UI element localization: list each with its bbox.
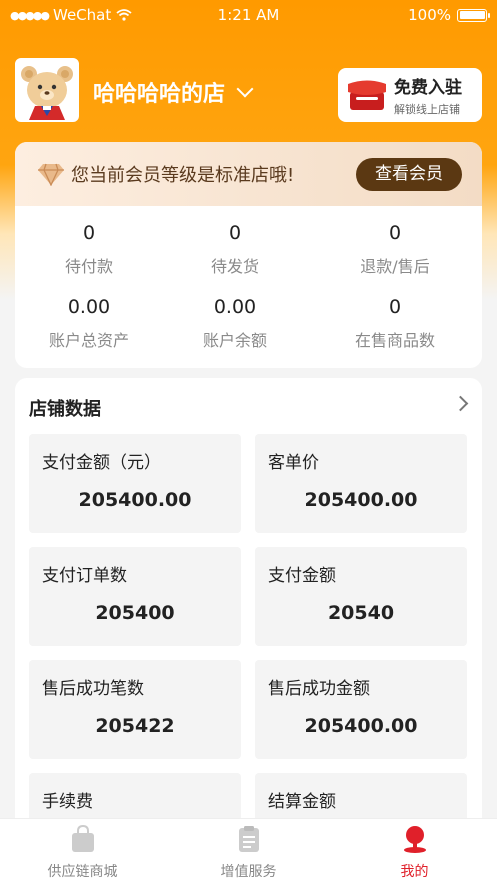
- stat-value: 0.00: [213, 296, 257, 318]
- stat-label: 账户总资产: [48, 331, 129, 350]
- tab-supply-chain-mall[interactable]: 供应链商城: [0, 819, 165, 883]
- tile-label: 支付金额: [268, 566, 336, 586]
- tile-value: 205400: [95, 602, 175, 624]
- shop-header: 哈哈哈哈的店 免费入驻 解锁线上店铺: [15, 58, 482, 124]
- avatar[interactable]: [15, 58, 79, 122]
- shop-selector[interactable]: 哈哈哈哈的店: [93, 76, 254, 108]
- tile-label: 结算金额: [268, 792, 336, 812]
- chevron-down-icon: [236, 80, 254, 98]
- tile-label: 售后成功金额: [268, 679, 370, 699]
- stat-account-balance[interactable]: 0.00 账户余额: [160, 296, 310, 351]
- tab-value-added-service[interactable]: 增值服务: [166, 819, 331, 883]
- tile-value: 205400.00: [304, 715, 418, 737]
- tile-value: 205400.00: [304, 489, 418, 511]
- store-data-card: 店铺数据 支付金额（元） 205400.00 客单价 205400.00 支付订…: [15, 378, 482, 872]
- view-member-button[interactable]: 查看会员: [356, 158, 462, 191]
- tile-value: 205400.00: [78, 489, 192, 511]
- free-entry-title: 免费入驻: [394, 78, 462, 98]
- stat-label: 待付款: [64, 257, 113, 276]
- stat-label: 待发货: [210, 257, 259, 276]
- data-tile-aftersale-count[interactable]: 售后成功笔数 205422: [29, 660, 241, 759]
- member-card: 您当前会员等级是标准店哦! 查看会员 0 待付款 0 待发货 0 退款/售后 0…: [15, 142, 482, 368]
- tab-label: 增值服务: [220, 864, 277, 880]
- stat-label: 账户余额: [202, 331, 267, 350]
- user-icon: [404, 826, 426, 853]
- shop-name: 哈哈哈哈的店: [93, 82, 226, 107]
- data-tile-payment-total[interactable]: 支付金额 20540: [255, 547, 467, 646]
- tile-label: 客单价: [268, 453, 319, 473]
- data-tile-avg-order-price[interactable]: 客单价 205400.00: [255, 434, 467, 533]
- data-tile-aftersale-amount[interactable]: 售后成功金额 205400.00: [255, 660, 467, 759]
- stat-total-assets[interactable]: 0.00 账户总资产: [15, 296, 164, 351]
- bear-avatar-icon: [17, 60, 77, 120]
- tab-label: 我的: [400, 864, 429, 880]
- data-tile-order-count[interactable]: 支付订单数 205400: [29, 547, 241, 646]
- tile-value: 205422: [95, 715, 175, 737]
- tab-label: 供应链商城: [47, 864, 118, 880]
- stat-value: 0: [388, 296, 402, 318]
- data-tile-payment-amount[interactable]: 支付金额（元） 205400.00: [29, 434, 241, 533]
- tile-value: 20540: [327, 602, 395, 624]
- chevron-right-icon[interactable]: [452, 395, 469, 412]
- stat-value: 0: [228, 222, 242, 244]
- stat-value: 0.00: [67, 296, 111, 318]
- stat-label: 在售商品数: [354, 331, 435, 350]
- battery-percent: 100%: [408, 6, 451, 24]
- stat-pending-shipment[interactable]: 0 待发货: [160, 222, 310, 277]
- tab-bar: 供应链商城 增值服务 我的: [0, 818, 497, 883]
- store-data-title: 店铺数据: [29, 399, 101, 420]
- tile-label: 支付金额（元）: [42, 453, 161, 473]
- battery-icon: [457, 8, 490, 22]
- tile-label: 支付订单数: [42, 566, 127, 586]
- clipboard-icon: [239, 826, 259, 852]
- stat-products-on-sale[interactable]: 0 在售商品数: [320, 296, 470, 351]
- tile-label: 售后成功笔数: [42, 679, 144, 699]
- stat-refund-aftersale[interactable]: 0 退款/售后: [320, 222, 470, 277]
- stat-pending-payment[interactable]: 0 待付款: [15, 222, 164, 277]
- free-entry-subtitle: 解锁线上店铺: [394, 103, 460, 116]
- free-entry-button[interactable]: 免费入驻 解锁线上店铺: [338, 68, 482, 122]
- tile-label: 手续费: [42, 792, 93, 812]
- shopping-bag-icon: [72, 825, 94, 852]
- diamond-icon: [38, 163, 64, 186]
- store-icon: [348, 80, 386, 110]
- stat-value: 0: [82, 222, 96, 244]
- member-level-text: 您当前会员等级是标准店哦!: [71, 165, 295, 186]
- stat-label: 退款/售后: [360, 257, 430, 276]
- stats-grid: 0 待付款 0 待发货 0 退款/售后 0.00 账户总资产 0.00 账户余额…: [15, 206, 482, 368]
- status-bar: ●●●●● WeChat 1:21 AM 100%: [0, 0, 497, 30]
- status-right: 100%: [408, 6, 490, 24]
- stat-value: 0: [388, 222, 402, 244]
- tab-mine[interactable]: 我的: [332, 819, 497, 883]
